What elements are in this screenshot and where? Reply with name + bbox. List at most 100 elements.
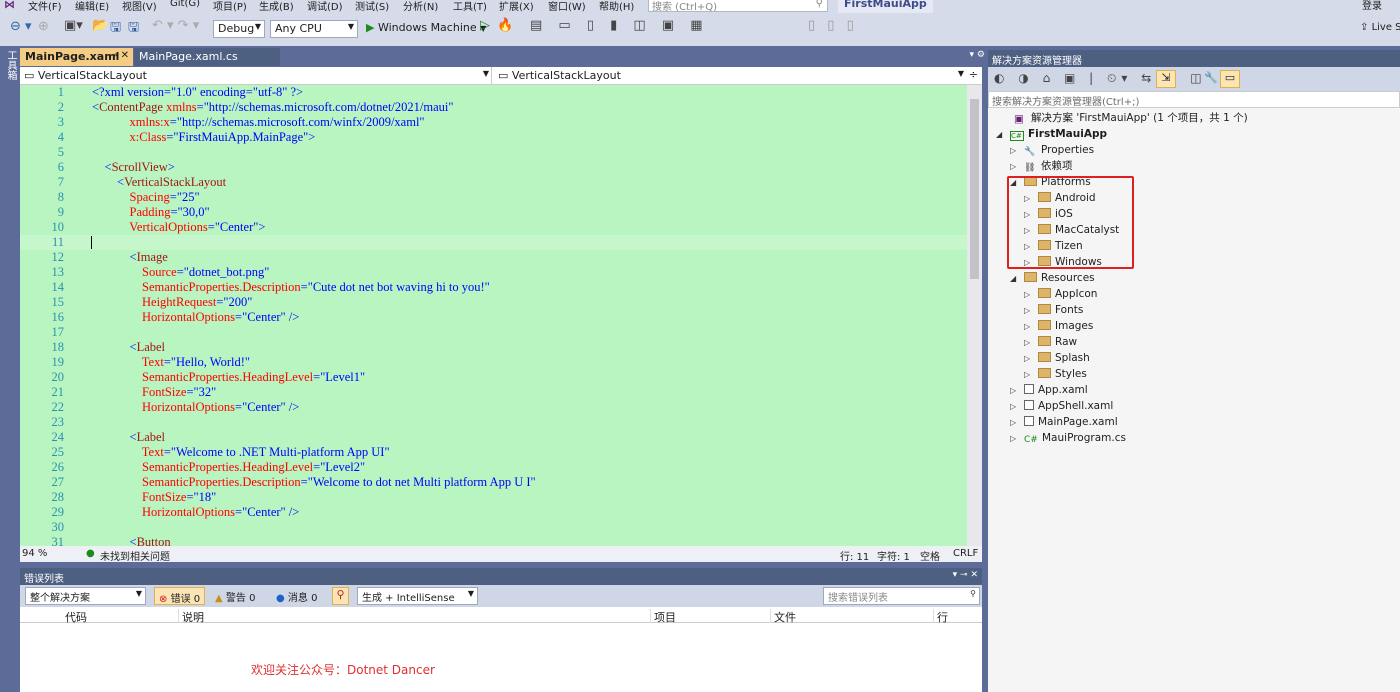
new-project-icon[interactable]: ▣▾: [64, 18, 83, 33]
expand-icon[interactable]: ▷: [1010, 159, 1024, 175]
line-ending[interactable]: CRLF: [953, 548, 978, 559]
tree-item[interactable]: ▷ App.xaml: [1010, 382, 1088, 398]
hot-reload-icon[interactable]: 🔥: [497, 18, 513, 33]
menu-item[interactable]: 帮助(H): [599, 0, 634, 13]
tree-item[interactable]: ◢ C# FirstMauiApp: [996, 126, 1107, 142]
back-icon[interactable]: ⊖ ▾: [10, 19, 32, 34]
expand-icon[interactable]: ▷: [1010, 399, 1024, 415]
element-icon: ▭: [498, 69, 509, 82]
whitespace-mode[interactable]: 空格: [920, 548, 940, 563]
tree-item[interactable]: ◢ Resources: [1010, 270, 1095, 286]
zoom-dropdown[interactable]: 94 %: [22, 548, 47, 559]
menu-item[interactable]: 生成(B): [259, 0, 294, 13]
platform-dropdown[interactable]: Any CPU ▼: [270, 20, 358, 38]
tree-item[interactable]: ▣ 解决方案 'FirstMauiApp' (1 个项目，共 1 个): [1014, 110, 1248, 126]
tree-item[interactable]: ▷ C# MauiProgram.cs: [1010, 430, 1126, 446]
tree-item[interactable]: ▷ Splash: [1024, 350, 1090, 366]
code-token: <: [92, 340, 137, 354]
menu-item[interactable]: 项目(P): [213, 0, 247, 13]
expand-icon[interactable]: ▷: [1024, 287, 1038, 303]
login-link[interactable]: 登录: [1362, 0, 1382, 12]
vertical-scrollbar[interactable]: [967, 85, 982, 546]
misc-tools-icons[interactable]: ▤ ▭ ▯ ▮ ◫ ▣ ▦: [530, 18, 709, 33]
tree-item[interactable]: ▷ MainPage.xaml: [1010, 414, 1118, 430]
warnings-filter-button[interactable]: ▲ 警告 0: [215, 589, 255, 604]
tree-item[interactable]: ▷ 🔧 Properties: [1010, 142, 1094, 158]
live-share-button[interactable]: ⇪ Live Share: [1360, 22, 1400, 33]
expand-icon[interactable]: ▷: [1010, 415, 1024, 431]
undo-icon[interactable]: ↶ ▾ ↷ ▾: [152, 18, 199, 33]
menu-item[interactable]: 扩展(X): [499, 0, 534, 13]
tree-item[interactable]: ▷ AppIcon: [1024, 286, 1097, 302]
menu-item[interactable]: 文件(F): [28, 0, 62, 13]
scrollbar-thumb[interactable]: [970, 99, 979, 279]
tab-mainpage-xaml-cs[interactable]: MainPage.xaml.cs: [134, 48, 280, 66]
open-icon[interactable]: 📂: [92, 18, 108, 33]
code-line: HeightRequest="200": [92, 295, 252, 310]
scope-dropdown[interactable]: 整个解决方案 ▼: [25, 587, 146, 605]
messages-filter-button[interactable]: ● 消息 0: [276, 589, 317, 604]
tree-item[interactable]: ▷ ⛓ 依赖项: [1010, 158, 1073, 174]
tree-item[interactable]: ▷ Fonts: [1024, 302, 1083, 318]
expand-icon[interactable]: ▷: [1010, 383, 1024, 399]
build-filter-dropdown[interactable]: 生成 + IntelliSense ▼: [357, 587, 478, 605]
issues-status[interactable]: 未找到相关问题: [100, 548, 170, 563]
menu-item[interactable]: 测试(S): [355, 0, 389, 13]
current-line-highlight: [20, 235, 967, 250]
menu-item[interactable]: 视图(V): [122, 0, 157, 13]
line-number: 10: [51, 220, 65, 234]
menu-item[interactable]: Git(G): [170, 0, 200, 9]
code-line: <Image: [92, 250, 168, 265]
tree-item[interactable]: ▷ Styles: [1024, 366, 1087, 382]
start-without-debug-icon[interactable]: ▷: [480, 18, 490, 33]
menu-item[interactable]: 分析(N): [403, 0, 438, 13]
menu-item[interactable]: 工具(T): [453, 0, 487, 13]
toolbox-tab[interactable]: 工具箱: [3, 50, 18, 80]
split-icon[interactable]: ÷: [969, 68, 978, 81]
forward-icon[interactable]: ⊕: [38, 19, 49, 34]
errors-filter-button[interactable]: ⊗ 错误 0: [154, 587, 206, 605]
save-all-icon[interactable]: 🖫: [128, 18, 139, 40]
bookmark-icons[interactable]: ▯ ▯ ▯: [808, 18, 858, 33]
expand-icon[interactable]: ▷: [1024, 351, 1038, 367]
tree-item[interactable]: ▷ Raw: [1024, 334, 1077, 350]
error-search-input[interactable]: 搜索错误列表 ⚲: [823, 587, 980, 605]
expand-icon[interactable]: ▷: [1024, 303, 1038, 319]
expand-icon[interactable]: ▷: [1010, 431, 1024, 447]
preview-icon[interactable]: ▭: [1220, 70, 1240, 88]
code-token: =: [169, 115, 177, 129]
config-dropdown[interactable]: Debug ▼: [213, 20, 265, 38]
menu-item[interactable]: 调试(D): [307, 0, 343, 13]
collapse-icon[interactable]: ◢: [996, 127, 1010, 143]
line-number: 12: [51, 250, 65, 264]
solution-search-input[interactable]: 搜索解决方案资源管理器(Ctrl+;): [988, 91, 1400, 108]
save-icon[interactable]: 🖫: [110, 18, 121, 40]
menu-item[interactable]: 编辑(E): [75, 0, 109, 13]
menu-item[interactable]: 窗口(W): [548, 0, 586, 13]
search-input[interactable]: 搜索 (Ctrl+Q) ⚲: [648, 0, 828, 13]
type-dropdown[interactable]: ▭ VerticalStackLayout ▼: [20, 67, 492, 84]
code-editor[interactable]: 1 <?xml version="1.0" encoding="utf-8" ?>…: [20, 85, 967, 546]
code-line: FontSize="32": [92, 385, 216, 400]
properties-wrench-icon[interactable]: 🔧: [1204, 71, 1218, 84]
run-button[interactable]: ▶ Windows Machine ▼: [366, 21, 486, 34]
expand-icon[interactable]: ▷: [1024, 319, 1038, 335]
tree-item[interactable]: ▷ AppShell.xaml: [1010, 398, 1113, 414]
collapse-icon[interactable]: ◢: [1010, 271, 1024, 287]
expand-icon[interactable]: ▷: [1024, 335, 1038, 351]
line-number: 22: [51, 400, 65, 414]
member-dropdown[interactable]: ▭ VerticalStackLayout ▼: [494, 67, 966, 84]
pin-close-icon[interactable]: ⊸ ✕: [109, 50, 129, 61]
tab-mainpage-xaml[interactable]: MainPage.xaml ⊸ ✕: [20, 48, 133, 66]
line-number: 27: [51, 475, 65, 489]
sync-icon[interactable]: ⇲: [1156, 70, 1176, 88]
expand-icon[interactable]: ▷: [1010, 143, 1024, 159]
tree-item[interactable]: ▷ Images: [1024, 318, 1093, 334]
panel-controls-icon[interactable]: ▾ ⊸ ✕: [953, 570, 978, 580]
tab-options-icon[interactable]: ▾ ⚙: [970, 50, 985, 60]
expand-icon[interactable]: ▷: [1024, 367, 1038, 383]
filter-icon[interactable]: ⚲: [332, 587, 349, 605]
line-number: 15: [51, 295, 65, 309]
